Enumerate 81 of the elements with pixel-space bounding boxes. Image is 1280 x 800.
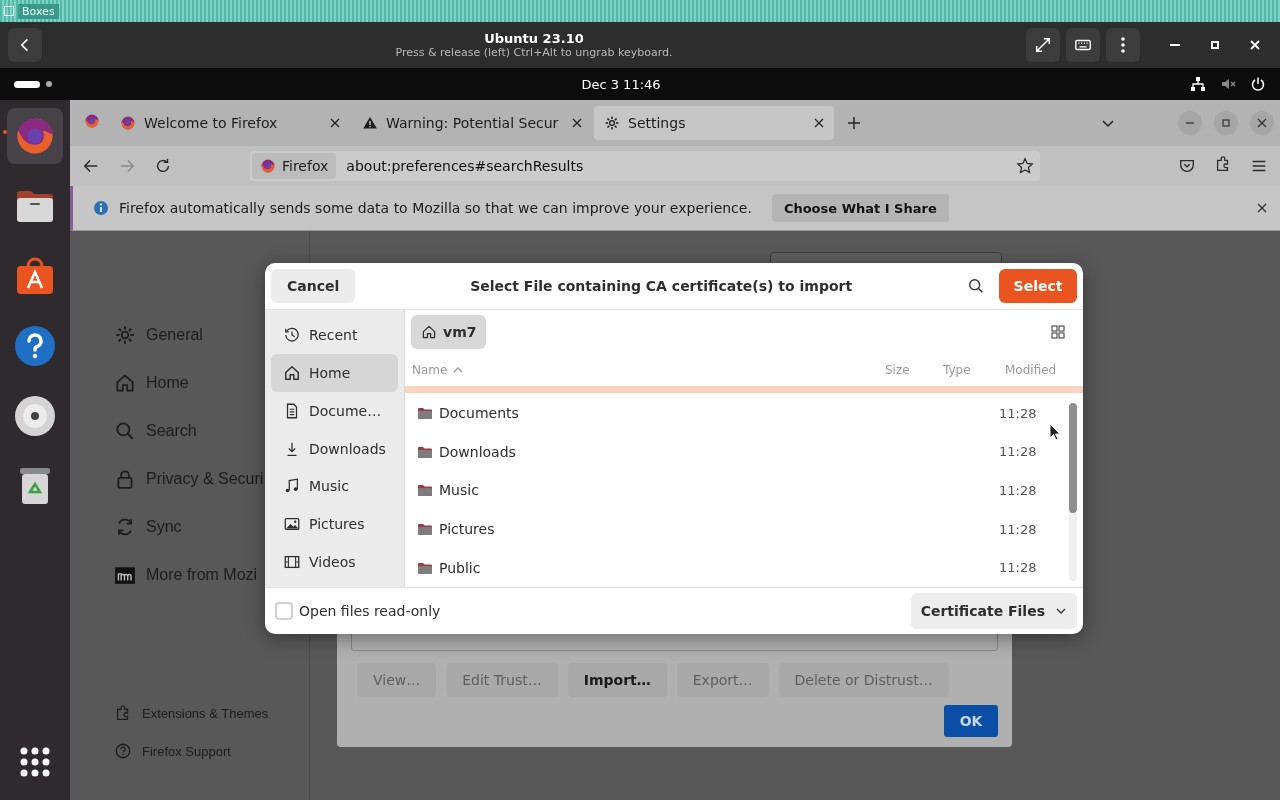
power-icon[interactable] [1250, 76, 1266, 92]
select-button[interactable]: Select [999, 269, 1077, 303]
file-row[interactable]: Public 11:28 [405, 548, 1069, 587]
file-row[interactable]: Pictures 11:28 [405, 509, 1069, 549]
address-bar[interactable]: Firefox about:preferences#searchResults [250, 151, 1040, 181]
firefox-icon [260, 158, 276, 174]
browser-tab[interactable]: Welcome to Firefox [110, 106, 350, 140]
close-button[interactable] [1250, 111, 1274, 135]
minimize-button[interactable] [1178, 111, 1202, 135]
workspace-dot[interactable] [46, 81, 52, 87]
disc-icon[interactable] [13, 394, 57, 438]
close-icon[interactable] [330, 118, 340, 128]
settings-icon [604, 115, 620, 131]
choose-what-i-share-button[interactable]: Choose What I Share [771, 194, 949, 222]
notification-message: Firefox automatically sends some data to Mozilla so that we can improve your experience. [119, 200, 752, 216]
clock[interactable]: Dec 3 11:46 [581, 76, 661, 92]
ok-button[interactable]: OK [944, 705, 998, 737]
maximize-icon [1209, 39, 1221, 51]
vm-title: Ubuntu 23.10 [484, 31, 584, 46]
file-row[interactable]: Documents 11:28 [405, 394, 1069, 433]
close-icon [1257, 118, 1267, 128]
info-icon [93, 200, 109, 216]
minimize-icon [1170, 44, 1180, 46]
firefox-icon [120, 115, 136, 131]
close-icon [1249, 39, 1261, 51]
checkbox-label: Open files read-only [299, 603, 441, 619]
grid-view-icon[interactable] [1051, 325, 1065, 339]
fullscreen-button[interactable] [1026, 28, 1060, 62]
app-icon [4, 6, 14, 16]
m-logo-icon [114, 564, 136, 586]
close-icon[interactable] [572, 118, 582, 128]
place-item[interactable]: Home [271, 353, 398, 392]
close-icon[interactable] [814, 118, 824, 128]
url-text: about:preferences#searchResults [345, 158, 585, 174]
help-icon[interactable] [13, 324, 57, 368]
workspace-indicator[interactable] [14, 80, 40, 88]
folder-icon [417, 521, 433, 538]
pocket-icon[interactable] [1178, 157, 1196, 175]
vm-subtitle: Press & release (left) Ctrl+Alt to ungrab keyboard. [395, 46, 673, 59]
app-grid-icon[interactable] [19, 746, 51, 778]
settings-icon [114, 324, 136, 346]
dialog-title: Select File containing CA certificate(s) to import [470, 278, 853, 294]
scrollbar[interactable] [1069, 403, 1077, 581]
warning-icon [362, 115, 378, 131]
file-type-dropdown[interactable]: Certificate Files [910, 593, 1077, 629]
browser-tab[interactable]: Warning: Potential Secur [352, 106, 592, 140]
restore-button[interactable] [1214, 111, 1238, 135]
home-icon [283, 363, 301, 382]
help-icon [114, 742, 132, 760]
network-icon[interactable] [1190, 76, 1206, 92]
fullscreen-icon [1034, 36, 1052, 54]
firefox-icon [84, 113, 100, 129]
clock-icon [283, 325, 301, 344]
keyboard-button[interactable] [1066, 28, 1100, 62]
kebab-menu-icon [1121, 37, 1125, 53]
speaker-muted-icon[interactable] [1220, 76, 1236, 92]
restore-icon [1221, 118, 1231, 128]
file-row[interactable]: Music 11:28 [405, 471, 1069, 510]
identity-button[interactable]: Firefox [252, 153, 337, 179]
sort-ascending-icon[interactable] [453, 365, 464, 375]
folder-icon [417, 482, 433, 499]
search-icon[interactable] [967, 277, 985, 295]
checkbox[interactable] [275, 602, 293, 620]
browser-tab[interactable]: Settings [594, 106, 834, 140]
dialog-button[interactable]: Import… [567, 663, 667, 697]
app-title: Boxes [18, 3, 59, 19]
mouse-cursor-icon [1049, 423, 1061, 441]
star-icon[interactable] [1016, 157, 1034, 175]
reload-icon[interactable] [154, 157, 172, 175]
home-icon [114, 372, 136, 394]
folder-icon [417, 405, 433, 422]
close-icon[interactable] [1256, 202, 1268, 214]
new-tab-icon[interactable] [846, 115, 862, 131]
path-button[interactable]: vm7 [411, 315, 487, 349]
cancel-button[interactable]: Cancel [271, 269, 356, 303]
menu-button[interactable] [1106, 28, 1140, 62]
file-row[interactable]: Downloads 11:28 [405, 432, 1069, 472]
back-button[interactable] [8, 28, 42, 62]
back-icon[interactable] [82, 157, 100, 175]
home-icon [421, 324, 437, 340]
search-icon [114, 420, 136, 442]
